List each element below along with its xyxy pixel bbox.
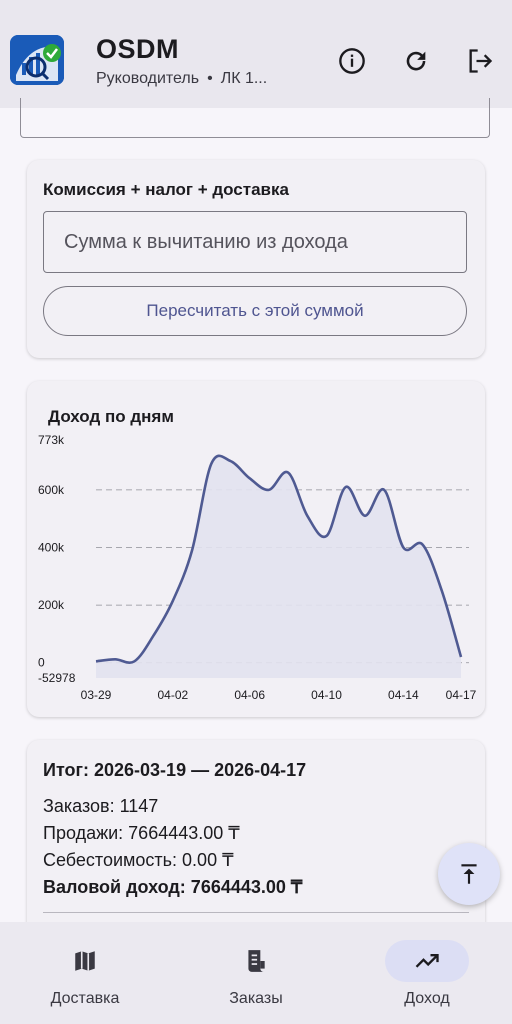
gross-income: Валовой доход: 7664443.00 ₸ bbox=[43, 877, 303, 897]
map-icon bbox=[43, 940, 127, 982]
area-fill bbox=[96, 455, 461, 678]
x-tick-label: 03-29 bbox=[81, 688, 112, 702]
summary-period: Итог: 2026-03-19 — 2026-04-17 bbox=[43, 760, 307, 780]
y-tick-label: 400k bbox=[38, 540, 65, 554]
deduction-amount-input[interactable]: Сумма к вычитанию из дохода bbox=[43, 211, 467, 273]
app-title: OSDM bbox=[96, 34, 179, 64]
nav-income-label: Доход bbox=[404, 990, 450, 1007]
deduction-card: Комиссия + налог + доставка Сумма к вычи… bbox=[27, 160, 485, 358]
y-tick-label: 200k bbox=[38, 598, 65, 612]
deduction-label: Комиссия + налог + доставка bbox=[43, 180, 289, 199]
role-label: Руководитель bbox=[96, 70, 200, 87]
orders-count: Заказов: 1147 bbox=[43, 796, 159, 816]
x-tick-label: 04-10 bbox=[311, 688, 342, 702]
app-bar: OSDM Руководитель • ЛК 1... bbox=[0, 0, 512, 108]
scroll-to-top-button[interactable] bbox=[438, 843, 500, 905]
x-tick-label: 04-17 bbox=[446, 688, 477, 702]
logout-icon[interactable] bbox=[465, 46, 495, 76]
trending-up-icon bbox=[385, 940, 469, 982]
income-chart-card: Доход по дням 773k 600k 400k 200k 0 -52978 03-… bbox=[27, 381, 485, 717]
receipt-icon bbox=[214, 940, 298, 982]
y-tick-label: 773k bbox=[38, 433, 65, 447]
nav-delivery-label: Доставка bbox=[50, 990, 120, 1007]
nav-delivery[interactable]: Доставка bbox=[0, 922, 170, 1024]
app-subtitle[interactable]: Руководитель • ЛК 1... bbox=[96, 70, 267, 88]
nav-income[interactable]: Доход bbox=[342, 922, 512, 1024]
x-tick-label: 04-02 bbox=[157, 688, 188, 702]
refresh-icon[interactable] bbox=[401, 46, 431, 76]
summary-card: Итог: 2026-03-19 — 2026-04-17 Заказов: 1… bbox=[27, 740, 485, 940]
info-icon[interactable] bbox=[337, 46, 367, 76]
previous-card-edge bbox=[20, 98, 490, 138]
y-tick-label: -52978 bbox=[38, 671, 76, 685]
nav-orders-label: Заказы bbox=[229, 990, 283, 1007]
account-label: ЛК 1... bbox=[220, 70, 268, 87]
deduction-input-placeholder: Сумма к вычитанию из дохода bbox=[64, 231, 348, 253]
x-tick-label: 04-14 bbox=[388, 688, 419, 702]
bottom-navigation: Доставка Заказы Доход bbox=[0, 922, 512, 1024]
divider bbox=[43, 912, 469, 913]
cost-total: Себестоимость: 0.00 ₸ bbox=[43, 850, 234, 870]
y-tick-label: 0 bbox=[38, 656, 45, 670]
sales-total: Продажи: 7664443.00 ₸ bbox=[43, 823, 240, 843]
nav-orders[interactable]: Заказы bbox=[171, 922, 341, 1024]
income-chart: 773k 600k 400k 200k 0-52978 03-29 04-02 04-06 04… bbox=[38, 433, 477, 702]
scroll-to-top-icon bbox=[461, 864, 477, 884]
recalculate-button[interactable]: Пересчитать с этой суммой bbox=[43, 286, 467, 336]
subtitle-separator: • bbox=[207, 70, 213, 87]
analytics-check-logo bbox=[10, 35, 64, 85]
x-tick-label: 04-06 bbox=[234, 688, 265, 702]
y-tick-label: 600k bbox=[38, 483, 65, 497]
